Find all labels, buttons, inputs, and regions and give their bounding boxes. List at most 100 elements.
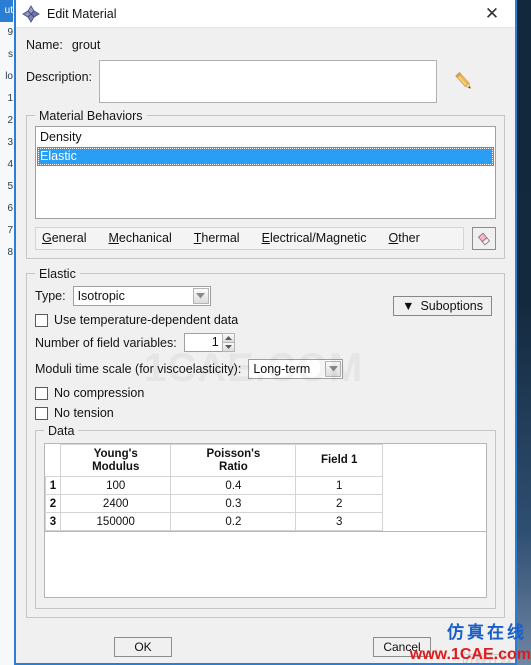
data-table-empty-area[interactable] xyxy=(44,532,487,598)
header-line-1: Poisson's xyxy=(206,447,261,460)
close-icon[interactable]: ✕ xyxy=(473,1,511,27)
cell-poissons-ratio[interactable]: 0.4 xyxy=(170,476,297,495)
stepper-buttons[interactable] xyxy=(221,333,235,352)
number-of-field-variables-input[interactable]: 1 xyxy=(183,333,222,352)
data-table-container[interactable]: Young's Modulus Poisson's Ratio Field 1 xyxy=(44,443,487,532)
cell-field-1[interactable]: 1 xyxy=(295,476,383,495)
name-label: Name: xyxy=(26,38,63,52)
dialog-footer: OK Cancel xyxy=(16,631,515,663)
dialog-title: Edit Material xyxy=(47,6,117,21)
table-row[interactable]: 2 2400 0.3 2 xyxy=(45,494,383,513)
gutter-line: 2 xyxy=(7,115,13,126)
description-row: Description: xyxy=(26,60,505,103)
moduli-time-scale-label: Moduli time scale (for viscoelasticity): xyxy=(35,362,242,376)
stepper-up-icon[interactable] xyxy=(221,333,235,343)
cell-field-1[interactable]: 3 xyxy=(295,512,383,531)
material-behaviors-group: Material Behaviors Density Elastic Gener… xyxy=(26,109,505,259)
menu-electrical-magnetic-mnemonic: E xyxy=(261,231,270,245)
cell-youngs-modulus[interactable]: 150000 xyxy=(59,512,172,531)
elastic-legend: Elastic xyxy=(35,267,80,281)
gutter-line: s xyxy=(8,49,13,60)
gutter-line: 9 xyxy=(7,27,13,38)
menu-other-rest: ther xyxy=(398,231,420,245)
list-item-elastic[interactable]: Elastic xyxy=(37,147,494,166)
table-corner-cell xyxy=(45,444,61,477)
list-item-density[interactable]: Density xyxy=(37,128,494,147)
elastic-type-select[interactable]: Isotropic xyxy=(72,286,211,306)
screen: ut 9 s lo 1 2 3 4 5 6 7 8 Edit Material … xyxy=(0,0,531,665)
data-group: Data Young's Modulus Poisson's Ratio Fie… xyxy=(35,424,496,609)
cell-poissons-ratio[interactable]: 0.3 xyxy=(170,494,297,513)
data-table: Young's Modulus Poisson's Ratio Field 1 xyxy=(45,444,383,531)
use-temperature-dependent-checkbox[interactable] xyxy=(35,313,48,327)
type-label: Type: xyxy=(35,289,66,303)
suboptions-label: Suboptions xyxy=(420,299,483,313)
elastic-group: Elastic ▼ Suboptions Type: Isotropic Use… xyxy=(26,267,505,618)
gutter-line: 7 xyxy=(7,225,13,236)
header-line-1: Young's xyxy=(93,447,138,460)
pencil-icon[interactable] xyxy=(449,60,479,103)
menu-general[interactable]: General xyxy=(42,228,98,249)
no-compression-row[interactable]: No compression xyxy=(35,386,496,400)
gutter-line: lo xyxy=(5,71,13,82)
material-behaviors-list[interactable]: Density Elastic xyxy=(35,126,496,219)
menu-other[interactable]: Other xyxy=(389,228,432,249)
data-legend: Data xyxy=(44,424,79,438)
use-temperature-dependent-label: Use temperature-dependent data xyxy=(54,313,239,327)
menu-other-mnemonic: O xyxy=(388,231,399,245)
cell-field-1[interactable]: 2 xyxy=(295,494,383,513)
menu-mechanical[interactable]: Mechanical xyxy=(108,228,183,249)
cell-poissons-ratio[interactable]: 0.2 xyxy=(170,512,297,531)
gutter-line: ut xyxy=(0,0,13,22)
material-name-value: grout xyxy=(71,38,101,52)
abaqus-diamond-icon xyxy=(22,4,40,23)
stepper-down-icon[interactable] xyxy=(221,342,235,352)
suboptions-button[interactable]: ▼ Suboptions xyxy=(393,296,492,316)
menu-electrical-magnetic[interactable]: Electrical/Magnetic xyxy=(262,228,379,249)
gutter-line: 8 xyxy=(7,247,13,258)
material-name-row: Name: grout xyxy=(26,28,505,58)
gutter-line: 3 xyxy=(7,137,13,148)
menu-general-mnemonic: G xyxy=(42,231,52,245)
no-compression-label: No compression xyxy=(54,386,145,400)
table-row[interactable]: 1 100 0.4 1 xyxy=(45,476,383,495)
header-line-2: Modulus xyxy=(92,460,140,473)
no-compression-checkbox[interactable] xyxy=(35,386,48,400)
moduli-time-scale-select[interactable]: Long-term xyxy=(248,359,344,379)
dialog-title-bar[interactable]: Edit Material ✕ xyxy=(16,0,515,28)
gutter-line: 1 xyxy=(7,93,13,104)
behavior-menu-bar: General Mechanical Thermal Electrical/Ma… xyxy=(35,227,496,250)
row-number: 2 xyxy=(45,494,61,513)
moduli-time-scale-value: Long-term xyxy=(253,362,311,376)
edit-material-dialog: Edit Material ✕ Name: grout Description: xyxy=(14,0,517,665)
behavior-menus[interactable]: General Mechanical Thermal Electrical/Ma… xyxy=(35,227,464,250)
menu-electrical-magnetic-rest: lectrical/Magnetic xyxy=(269,231,367,245)
menu-thermal[interactable]: Thermal xyxy=(194,228,252,249)
eraser-icon[interactable] xyxy=(472,227,496,250)
no-tension-checkbox[interactable] xyxy=(35,406,48,420)
header-line-2: Ratio xyxy=(219,460,248,473)
number-of-field-variables-stepper[interactable]: 1 xyxy=(183,333,235,352)
column-header-field-1[interactable]: Field 1 xyxy=(295,444,383,477)
gutter-line: 5 xyxy=(7,181,13,192)
ok-button[interactable]: OK xyxy=(114,637,172,657)
table-header-row: Young's Modulus Poisson's Ratio Field 1 xyxy=(45,444,383,477)
gutter-line: 4 xyxy=(7,159,13,170)
cell-youngs-modulus[interactable]: 100 xyxy=(59,476,172,495)
row-number: 1 xyxy=(45,476,61,495)
column-header-youngs-modulus[interactable]: Young's Modulus xyxy=(59,444,172,477)
cell-youngs-modulus[interactable]: 2400 xyxy=(59,494,172,513)
number-of-field-variables-label: Number of field variables: xyxy=(35,335,177,350)
gutter-line: 6 xyxy=(7,203,13,214)
menu-mechanical-rest: echanical xyxy=(118,231,172,245)
header-line-1: Field 1 xyxy=(320,454,358,466)
table-row[interactable]: 3 150000 0.2 3 xyxy=(45,512,383,531)
menu-thermal-rest: hermal xyxy=(201,231,240,245)
description-input[interactable] xyxy=(99,60,437,103)
chevron-down-icon[interactable] xyxy=(325,361,342,377)
menu-mechanical-mnemonic: M xyxy=(108,231,119,245)
chevron-down-icon[interactable] xyxy=(192,288,209,304)
no-tension-row[interactable]: No tension xyxy=(35,406,496,420)
column-header-poissons-ratio[interactable]: Poisson's Ratio xyxy=(170,444,297,477)
cancel-button[interactable]: Cancel xyxy=(373,637,431,657)
